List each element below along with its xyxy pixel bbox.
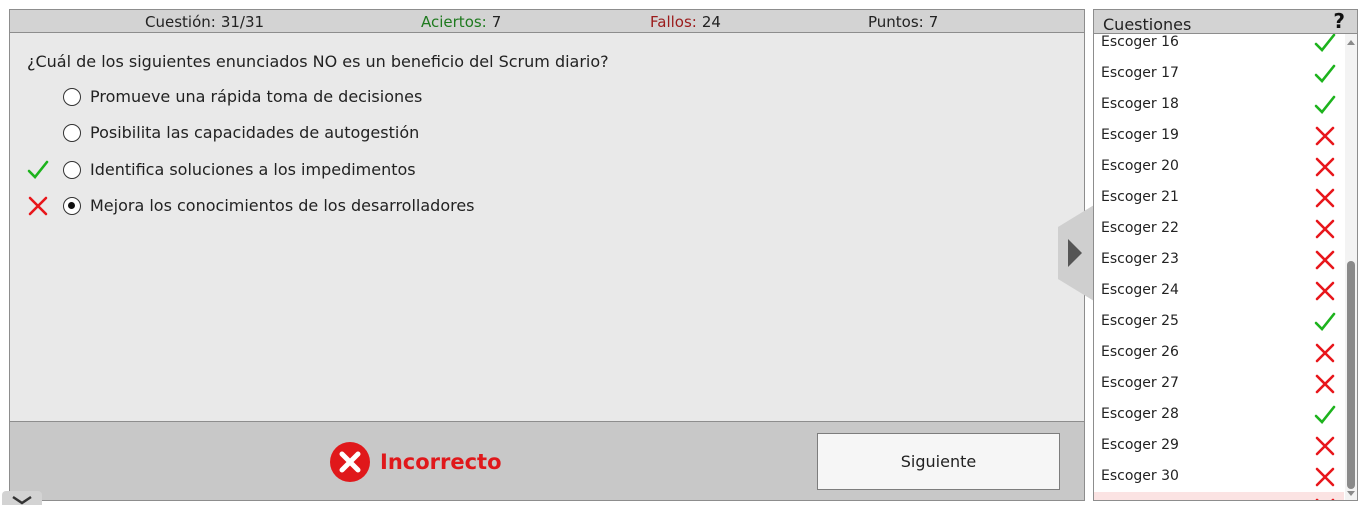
cross-icon [1314,280,1336,302]
wrong-counter: Fallos: 24 [650,13,721,31]
wrong-counter-label: Fallos: [650,13,697,31]
question-list-label: Escoger 23 [1101,251,1179,267]
question-list-item[interactable]: Escoger 26 [1094,337,1344,368]
next-button[interactable]: Siguiente [817,433,1060,490]
radio-button[interactable] [63,88,81,106]
question-list-item[interactable] [1094,492,1344,500]
question-list-item[interactable]: Escoger 18 [1094,89,1344,120]
answer-footer: Incorrecto Siguiente [10,421,1084,500]
question-list-label: Escoger 25 [1101,313,1179,329]
question-list-label: Escoger 16 [1101,34,1179,50]
option-label: Mejora los conocimientos de los desarrol… [90,196,475,215]
result-text: Incorrecto [380,450,502,474]
sidebar-toggle[interactable] [1058,205,1094,301]
points-counter: Puntos: 7 [868,13,938,31]
cross-icon [27,195,49,217]
cross-icon [1314,156,1336,178]
checkmark-icon [27,159,49,181]
question-list-item[interactable]: Escoger 23 [1094,244,1344,275]
wrong-counter-value: 24 [701,13,721,31]
checkmark-icon [1314,311,1336,333]
option-label: Identifica soluciones a los impedimentos [90,160,416,179]
question-text: ¿Cuál de los siguientes enunciados NO es… [27,52,609,71]
correct-counter: Aciertos: 7 [421,13,501,31]
cross-icon [1314,342,1336,364]
radio-button[interactable] [63,161,81,179]
scrollbar-thumb[interactable] [1347,261,1355,489]
answer-option[interactable]: Identifica soluciones a los impedimentos [10,158,710,182]
points-counter-label: Puntos: [868,13,924,31]
checkmark-icon [1314,34,1336,54]
answer-option[interactable]: Mejora los conocimientos de los desarrol… [10,194,710,218]
questions-list: Escoger 16 Escoger 17 Escoger 18 Escoger 19… [1094,34,1344,500]
question-list-item[interactable]: Escoger 27 [1094,368,1344,399]
question-counter: Cuestión: 31/31 [145,13,264,31]
collapse-toggle[interactable] [2,491,42,505]
cross-icon [1314,497,1336,500]
cross-icon [1314,125,1336,147]
question-list-label: Escoger 30 [1101,468,1179,484]
question-list-item[interactable]: Escoger 29 [1094,430,1344,461]
correct-counter-label: Aciertos: [421,13,487,31]
question-list-label: Escoger 20 [1101,158,1179,174]
cross-icon [1314,373,1336,395]
question-list-item[interactable]: Escoger 22 [1094,213,1344,244]
chevron-down-icon [12,495,32,505]
cross-icon [1314,466,1336,488]
question-list-label: Escoger 27 [1101,375,1179,391]
radio-button[interactable] [63,197,81,215]
question-list-item[interactable]: Escoger 16 [1094,34,1344,58]
answer-option[interactable]: Promueve una rápida toma de decisiones [10,85,710,109]
option-label: Posibilita las capacidades de autogestió… [90,123,420,142]
checkmark-icon [1314,94,1336,116]
sidebar-title: Cuestiones [1103,15,1192,34]
question-counter-value: 31/31 [220,13,265,31]
question-list-item[interactable]: Escoger 21 [1094,182,1344,213]
question-list-item[interactable]: Escoger 20 [1094,151,1344,182]
points-counter-value: 7 [928,13,939,31]
question-list-label: Escoger 18 [1101,96,1179,112]
question-list-label: Escoger 22 [1101,220,1179,236]
answer-option[interactable]: Posibilita las capacidades de autogestió… [10,121,710,145]
help-button[interactable]: ? [1333,10,1345,33]
questions-sidebar: Cuestiones ? Escoger 16 Escoger 17 Escoger… [1093,9,1358,501]
triangle-right-icon [1058,205,1094,301]
question-list-label: Escoger 21 [1101,189,1179,205]
cross-icon [1314,249,1336,271]
cross-icon [1314,187,1336,209]
question-list-item[interactable]: Escoger 19 [1094,120,1344,151]
question-list-item[interactable]: Escoger 25 [1094,306,1344,337]
cross-icon [1314,435,1336,457]
sidebar-header: Cuestiones ? [1094,10,1357,34]
result-indicator: Incorrecto [330,442,502,482]
radio-button[interactable] [63,124,81,142]
stats-bar: Cuestión: 31/31 Aciertos: 7 Fallos: 24 Punt… [10,10,1084,33]
checkmark-icon [1314,63,1336,85]
checkmark-icon [1314,404,1336,426]
cross-icon [1314,218,1336,240]
error-circle-icon [330,442,370,482]
question-list-item[interactable]: Escoger 24 [1094,275,1344,306]
question-list-label: Escoger 28 [1101,406,1179,422]
question-list-label: Escoger 26 [1101,344,1179,360]
option-label: Promueve una rápida toma de decisiones [90,87,423,106]
question-list-label: Escoger 17 [1101,65,1179,81]
question-panel: Cuestión: 31/31 Aciertos: 7 Fallos: 24 Punt… [9,9,1085,501]
correct-counter-value: 7 [491,13,502,31]
question-list-label: Escoger 29 [1101,437,1179,453]
question-counter-label: Cuestión: [145,13,216,31]
question-list-item[interactable]: Escoger 17 [1094,58,1344,89]
question-list-label: Escoger 24 [1101,282,1179,298]
sidebar-scrollbar[interactable] [1345,34,1357,500]
question-list-item[interactable]: Escoger 28 [1094,399,1344,430]
question-list-item[interactable]: Escoger 30 [1094,461,1344,492]
question-list-label: Escoger 19 [1101,127,1179,143]
